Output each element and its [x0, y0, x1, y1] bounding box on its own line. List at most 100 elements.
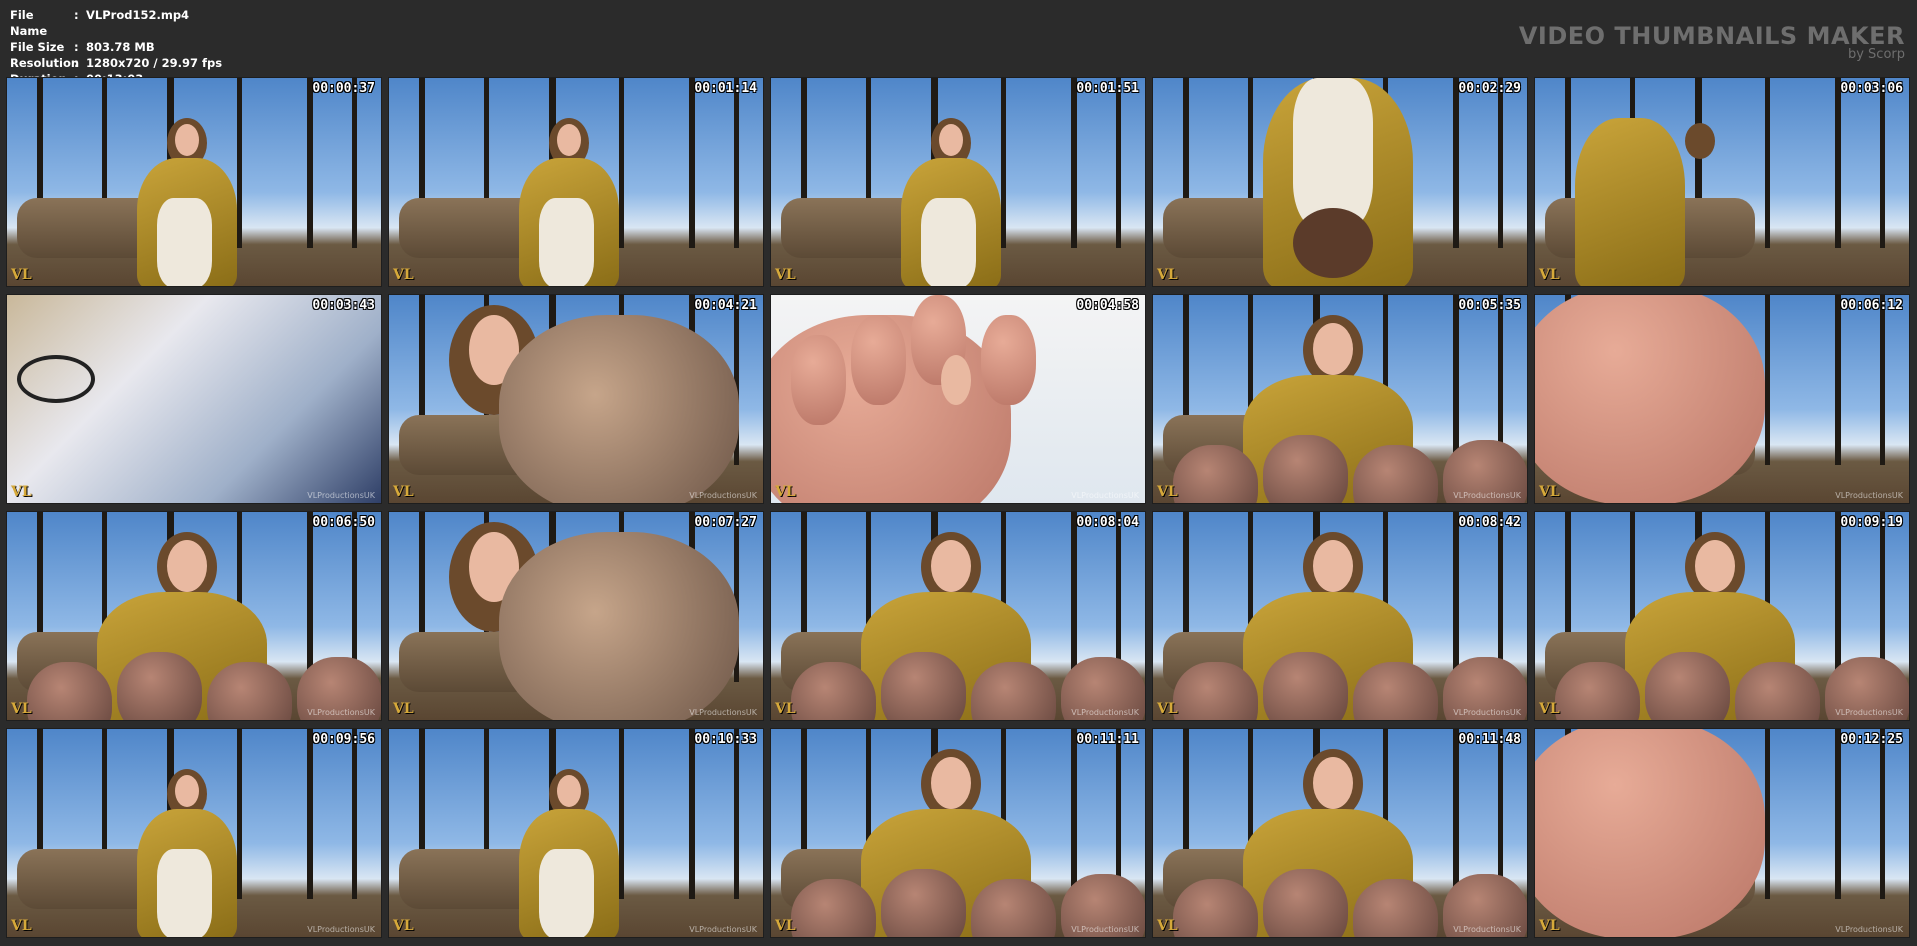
timestamp: 00:03:43 — [312, 298, 375, 313]
vl-logo: VL — [11, 484, 32, 500]
toe-shape — [851, 315, 906, 405]
tree-shape — [1116, 78, 1121, 248]
thumbnail: 00:04:21 VL VLProductionsUK — [388, 294, 764, 504]
toe-shape — [1263, 435, 1348, 503]
info-row-resolution: Resolution : 1280x720 / 29.97 fps — [10, 55, 222, 71]
timestamp: 00:10:33 — [694, 732, 757, 747]
vl-logo: VL — [393, 918, 414, 934]
tree-shape — [1765, 729, 1770, 899]
thumbnail: 00:03:06 VL — [1534, 77, 1910, 287]
face-shape — [557, 775, 581, 807]
sole-shape — [499, 315, 739, 503]
timestamp: 00:02:29 — [1458, 81, 1521, 96]
dress-shape — [1575, 118, 1685, 286]
tree-shape — [1498, 295, 1503, 465]
vl-logo: VL — [393, 484, 414, 500]
info-value: 803.78 MB — [86, 40, 155, 54]
thumbnail-image — [389, 729, 763, 937]
vl-logo: VL — [1157, 484, 1178, 500]
toe-shape — [971, 879, 1056, 937]
watermark-text: VLProductionsUK — [689, 925, 757, 934]
thumbnail-image — [1535, 78, 1909, 286]
info-separator: : — [74, 40, 79, 54]
thumbnail-image — [7, 729, 381, 937]
file-info-panel: File Name : VLProd152.mp4 File Size : 80… — [10, 7, 222, 87]
tree-shape — [1498, 729, 1503, 899]
timestamp: 00:01:51 — [1076, 81, 1139, 96]
toe-shape — [27, 662, 112, 720]
vl-logo: VL — [1157, 267, 1178, 283]
tree-shape — [619, 78, 624, 248]
thumbnail: 00:08:04 VL VLProductionsUK — [770, 511, 1146, 721]
toe-shape — [1173, 445, 1258, 503]
toe-shape — [881, 869, 966, 937]
tree-shape — [619, 729, 624, 899]
tree-shape — [307, 729, 313, 899]
toe-shape — [1173, 662, 1258, 720]
timestamp: 00:05:35 — [1458, 298, 1521, 313]
vl-logo: VL — [1539, 701, 1560, 717]
thumbnail: 00:06:12 VL VLProductionsUK — [1534, 294, 1910, 504]
tree-shape — [1116, 512, 1121, 682]
toe-shape — [1353, 662, 1438, 720]
face-shape — [1313, 323, 1353, 375]
shadow-shape — [17, 355, 95, 403]
face-shape — [1695, 540, 1735, 592]
thumbnail-image — [389, 295, 763, 503]
info-row-filename: File Name : VLProd152.mp4 — [10, 7, 222, 39]
thumbnail: 00:07:27 VL VLProductionsUK — [388, 511, 764, 721]
thumbnail: 00:04:58 VL VLProductionsUK — [770, 294, 1146, 504]
tree-shape — [1765, 78, 1770, 248]
thumbnail: 00:10:33 VL VLProductionsUK — [388, 728, 764, 938]
toe-shape — [791, 335, 846, 425]
skirt-shape — [157, 198, 212, 286]
toe-shape — [1353, 445, 1438, 503]
thumbnail-image — [1153, 295, 1527, 503]
info-value: VLProd152.mp4 — [86, 8, 190, 22]
vl-logo: VL — [775, 918, 796, 934]
tree-shape — [237, 78, 242, 248]
thumbnail-image — [7, 78, 381, 286]
tree-shape — [1453, 512, 1459, 682]
timestamp: 00:09:19 — [1840, 515, 1903, 530]
vl-logo: VL — [11, 267, 32, 283]
timestamp: 00:03:06 — [1840, 81, 1903, 96]
watermark-text: VLProductionsUK — [689, 708, 757, 717]
tree-shape — [1835, 512, 1841, 682]
thumbnail: 00:03:43 VL VLProductionsUK — [6, 294, 382, 504]
skirt-shape — [539, 849, 594, 937]
timestamp: 00:08:04 — [1076, 515, 1139, 530]
vl-logo: VL — [1157, 701, 1178, 717]
timestamp: 00:04:58 — [1076, 298, 1139, 313]
tree-shape — [1071, 729, 1077, 899]
tree-shape — [1835, 729, 1841, 899]
vl-logo: VL — [775, 267, 796, 283]
sole-shape — [499, 532, 739, 720]
face-shape — [939, 124, 963, 156]
vl-logo: VL — [1539, 918, 1560, 934]
tree-shape — [1453, 729, 1459, 899]
toe-shape — [207, 662, 292, 720]
thumbnail: 00:05:35 VL VLProductionsUK — [1152, 294, 1528, 504]
watermark-text: VLProductionsUK — [1453, 491, 1521, 500]
tree-shape — [1765, 295, 1770, 465]
toe-shape — [1263, 869, 1348, 937]
timestamp: 00:09:56 — [312, 732, 375, 747]
thumbnail-image — [771, 78, 1145, 286]
skirt-shape — [921, 198, 976, 286]
thumbnail: 00:12:25 VL VLProductionsUK — [1534, 728, 1910, 938]
tree-shape — [1071, 78, 1077, 248]
thumbnail: 00:02:29 VL — [1152, 77, 1528, 287]
toe-shape — [1555, 662, 1640, 720]
thumbnail: 00:11:48 VL VLProductionsUK — [1152, 728, 1528, 938]
tree-shape — [734, 78, 739, 248]
face-shape — [175, 124, 199, 156]
vl-logo: VL — [1539, 484, 1560, 500]
tree-shape — [689, 78, 695, 248]
watermark-text: VLProductionsUK — [307, 925, 375, 934]
watermark-text: VLProductionsUK — [307, 708, 375, 717]
thumbnail-image — [1153, 78, 1527, 286]
tree-shape — [689, 729, 695, 899]
toe-shape — [791, 662, 876, 720]
tree-shape — [237, 729, 242, 899]
